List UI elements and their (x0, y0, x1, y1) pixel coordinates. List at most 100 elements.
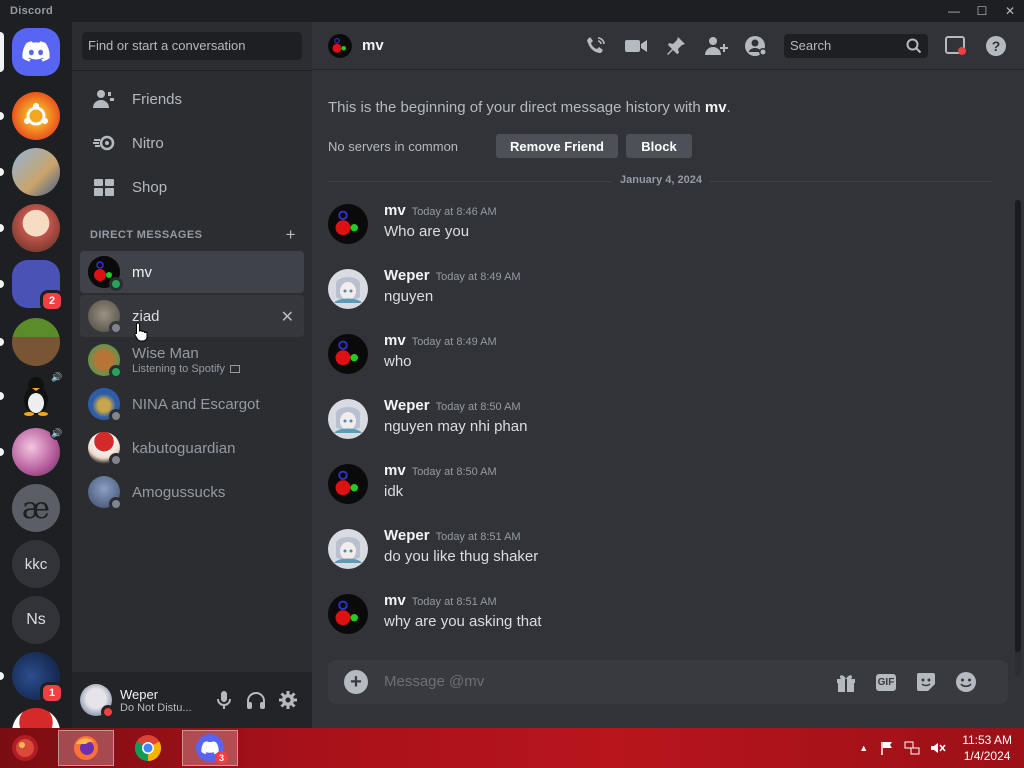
network-icon[interactable] (904, 741, 920, 755)
start-button[interactable] (0, 730, 50, 766)
message-avatar[interactable] (328, 399, 368, 439)
nav-friends[interactable]: Friends (80, 78, 304, 120)
chat-scrollbar[interactable] (1015, 200, 1021, 676)
inbox-button[interactable] (944, 34, 968, 58)
intro-name: mv (704, 99, 727, 116)
add-friends-to-dm-button[interactable] (704, 34, 728, 58)
server-santa[interactable] (12, 708, 60, 728)
dm-name: Amogussucks (132, 483, 226, 501)
message-item[interactable]: mv Today at 8:49 AM who (328, 332, 988, 376)
voice-call-button[interactable] (584, 34, 608, 58)
message-avatar[interactable] (328, 529, 368, 569)
dm-item-nina-escargot[interactable]: NINA and Escargot (80, 383, 304, 425)
minimize-button[interactable]: — (940, 0, 968, 22)
close-window-button[interactable]: ✕ (996, 0, 1024, 22)
friends-icon (92, 87, 116, 111)
message-author[interactable]: Weper Today at 8:51 AM (384, 527, 521, 544)
emoji-button[interactable] (954, 670, 978, 694)
server-ns[interactable]: Ns (12, 596, 60, 644)
server-kkc[interactable]: kkc (12, 540, 60, 588)
sticker-button[interactable] (914, 670, 938, 694)
nav-nitro[interactable]: Nitro (80, 122, 304, 164)
message-item[interactable]: mv Today at 8:51 AM why are you asking tha… (328, 592, 988, 636)
block-button[interactable]: Block (626, 134, 692, 158)
message-item[interactable]: Weper Today at 8:49 AM nguyen (328, 267, 988, 311)
dm-name: NINA and Escargot (132, 395, 260, 413)
message-item[interactable]: Weper Today at 8:50 AM nguyen may nhi phan (328, 397, 988, 441)
taskbar-discord[interactable]: 3 (182, 730, 238, 766)
scrollbar-thumb[interactable] (1015, 200, 1021, 652)
message-author[interactable]: Weper Today at 8:49 AM (384, 267, 521, 284)
dm-item-mv[interactable]: mv (80, 251, 304, 293)
action-center-flag-icon[interactable] (880, 741, 894, 755)
server-minecraft[interactable] (0, 318, 60, 366)
find-conversation-input[interactable]: Find or start a conversation (82, 32, 302, 60)
server-piano-cat[interactable] (0, 148, 60, 196)
upload-plus-button[interactable]: + (344, 670, 368, 694)
message-input[interactable]: Message @mv (384, 673, 484, 690)
message-item[interactable]: mv Today at 8:50 AM idk (328, 462, 988, 506)
taskbar-firefox[interactable] (58, 730, 114, 766)
author-name[interactable]: mv (384, 462, 406, 479)
clock[interactable]: 11:53 AM 1/4/2024 (962, 732, 1012, 764)
profile-icon (745, 36, 767, 56)
author-name[interactable]: mv (384, 332, 406, 349)
author-name[interactable]: Weper (384, 397, 430, 414)
server-anime-girl[interactable]: 🔊 (0, 426, 64, 476)
author-name[interactable]: mv (384, 592, 406, 609)
server-dark[interactable]: 1 (0, 652, 64, 704)
dm-item-wise-man[interactable]: Wise Man Listening to Spotify (80, 339, 304, 381)
dm-item-ziad[interactable]: ziad ✕ (80, 295, 304, 337)
user-settings-button[interactable] (276, 688, 300, 712)
message-item[interactable]: Weper Today at 8:51 AM do you like thug sh… (328, 527, 988, 571)
message-avatar[interactable] (328, 464, 368, 504)
server-anime-hat[interactable] (0, 204, 60, 252)
message-avatar[interactable] (328, 594, 368, 634)
server-group[interactable]: 2 (0, 260, 64, 312)
taskbar-chrome[interactable] (120, 730, 176, 766)
message-avatar[interactable] (328, 334, 368, 374)
search-input[interactable]: Search (784, 34, 928, 58)
author-name[interactable]: mv (384, 202, 406, 219)
author-name[interactable]: Weper (384, 527, 430, 544)
status-dnd-icon (101, 705, 115, 719)
video-call-button[interactable] (624, 34, 648, 58)
message-author[interactable]: mv Today at 8:51 AM (384, 592, 497, 609)
headphones-button[interactable] (244, 688, 268, 712)
volume-muted-icon[interactable] (930, 741, 946, 755)
user-avatar[interactable] (80, 684, 115, 719)
home-button[interactable] (0, 28, 60, 76)
message-composer[interactable]: + Message @mv GIF (328, 660, 1008, 704)
show-hidden-icons-button[interactable]: ▲ (859, 743, 868, 753)
user-profile-button[interactable] (744, 34, 768, 58)
message-item[interactable]: mv Today at 8:46 AM Who are you (328, 202, 988, 246)
message-timestamp: Today at 8:49 AM (435, 271, 521, 283)
server-linux[interactable]: 🔊 (0, 370, 64, 420)
dm-name: kabutoguardian (132, 439, 236, 457)
message-author[interactable]: mv Today at 8:49 AM (384, 332, 497, 349)
message-avatar[interactable] (328, 204, 368, 244)
author-name[interactable]: Weper (384, 267, 430, 284)
remove-friend-button[interactable]: Remove Friend (496, 134, 618, 158)
message-author[interactable]: mv Today at 8:46 AM (384, 202, 497, 219)
gif-button[interactable]: GIF (874, 670, 898, 694)
intro-prefix: This is the beginning of your direct mes… (328, 99, 705, 116)
nav-shop-label: Shop (132, 178, 168, 196)
message-author[interactable]: Weper Today at 8:50 AM (384, 397, 521, 414)
dm-item-kabutoguardian[interactable]: kabutoguardian (80, 427, 304, 469)
hand-cursor-icon (134, 322, 148, 342)
gift-button[interactable] (834, 670, 858, 694)
help-button[interactable]: ? (984, 34, 1008, 58)
nav-shop[interactable]: Shop (80, 166, 304, 208)
pinned-messages-button[interactable] (664, 34, 688, 58)
close-dm-icon[interactable]: ✕ (281, 307, 294, 327)
server-ae[interactable]: æ (12, 484, 60, 532)
server-ubuntu[interactable] (0, 92, 60, 140)
dm-item-amogussucks[interactable]: Amogussucks (80, 471, 304, 513)
create-dm-button[interactable]: + (286, 225, 296, 245)
message-avatar[interactable] (328, 269, 368, 309)
microphone-button[interactable] (212, 688, 236, 712)
message-author[interactable]: mv Today at 8:50 AM (384, 462, 497, 479)
maximize-button[interactable]: ☐ (968, 0, 996, 22)
date-divider: January 4, 2024 (328, 174, 992, 186)
